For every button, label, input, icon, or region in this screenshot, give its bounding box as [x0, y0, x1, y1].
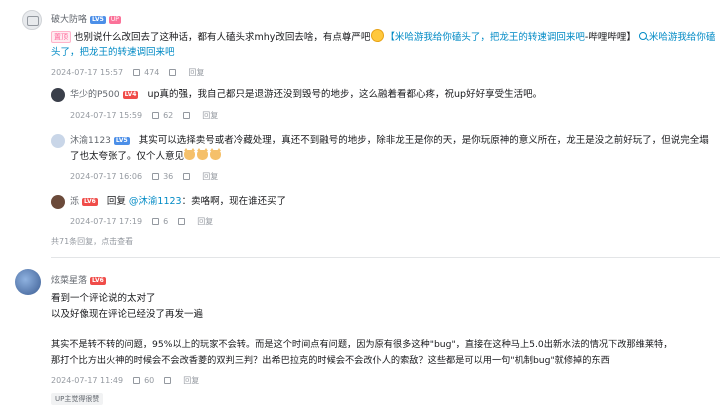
dislike-icon[interactable] [178, 218, 186, 225]
reply-row: 沐渝1123 LV5 其实可以选择卖号或者冷藏处理，真还不到融号的地步，除非龙王是… [70, 133, 715, 164]
avatar[interactable] [22, 10, 42, 30]
reply-button[interactable]: 回复 [202, 171, 218, 182]
level-badge: LV6 [90, 277, 106, 285]
avatar[interactable] [15, 269, 41, 295]
level-badge: LV4 [122, 91, 139, 99]
like-icon[interactable] [152, 218, 160, 225]
video-link[interactable]: 【米哈游我给你磕头了，把龙王的转速调回来吧 [385, 32, 585, 43]
comment-text: 置顶 也别说什么改回去了这种话，都有人磕头求mhy改回去啥，有点尊严吧 【米哈游我给… [51, 29, 716, 60]
mention-link[interactable]: @沐渝1123 [129, 196, 182, 207]
username[interactable]: 华少的P500 [70, 90, 120, 100]
comment-line: 以及好像现在评论已经没了再发一遍 [51, 309, 204, 320]
emoji-icon [371, 29, 385, 42]
reply-button[interactable]: 回复 [197, 216, 213, 227]
username[interactable]: 泺 [70, 197, 79, 207]
reply-text: 其实可以选择卖号或者冷藏处理，真还不到融号的地步，除非龙王是你的天，是你玩原神的… [70, 135, 709, 162]
reply-row: 泺 LV6 回复 @沐渝1123：卖咯啊，现在谁还买了 [70, 196, 287, 207]
view-more-link[interactable]: 点击查看 [101, 237, 133, 246]
username[interactable]: 破大防咯 LV5 UP [51, 12, 121, 25]
username[interactable]: 沐渝1123 [70, 136, 111, 146]
comment-line: 那打个比方出火神的时候会不会改香菱的双判三判？出希巴拉克的时候会不会改仆人的索敌… [51, 355, 610, 366]
cat-emoji-icon [184, 148, 196, 160]
comment-line: 看到一个评论说的太对了 [51, 293, 156, 304]
comment-meta: 2024-07-17 15:57 474 回复 [51, 67, 205, 78]
like-icon[interactable] [133, 69, 141, 76]
up-liked-badge: UP主觉得很赞 [51, 393, 104, 405]
comment-meta: 2024-07-17 11:49 60 回复 [51, 375, 200, 386]
more-replies: 共71条回复，点击查看 [51, 237, 134, 246]
reply-row: 华少的P500 LV4 up真的强，我自己都只是退游还没到毁号的地步，这么融着看都… [70, 87, 542, 103]
avatar[interactable] [51, 195, 65, 209]
level-badge: LV5 [90, 16, 106, 24]
reply-button[interactable]: 回复 [188, 67, 204, 78]
comment-line: 其实不是转不转的问题，95%以上的玩家不会转。而是这个时间点有问题，因为原有很多… [51, 339, 673, 350]
like-icon[interactable] [152, 173, 160, 180]
up-badge: UP [108, 16, 121, 24]
link-suffix: -哔哩哔哩】 [584, 32, 636, 43]
reply-button[interactable]: 回复 [202, 110, 218, 121]
cat-emoji-icon [210, 148, 222, 160]
reply-button[interactable]: 回复 [183, 375, 199, 386]
reply-text: ：卖咯啊，现在谁还买了 [181, 196, 287, 207]
dislike-icon[interactable] [164, 377, 172, 384]
reply-meta: 2024-07-17 17:19 6 回复 [70, 216, 214, 227]
dislike-icon[interactable] [183, 173, 191, 180]
cat-emoji-icon [197, 148, 209, 160]
reply-meta: 2024-07-17 15:59 62 回复 [70, 110, 219, 121]
username[interactable]: 炫菜星落 LV6 [51, 273, 106, 286]
like-icon[interactable] [133, 377, 141, 384]
like-icon[interactable] [152, 112, 160, 119]
level-badge: LV5 [113, 137, 130, 145]
reply-text: up真的强，我自己都只是退游还没到毁号的地步，这么融着看都心疼，祝up好好享受生… [147, 89, 543, 100]
pinned-tag: 置顶 [51, 31, 71, 43]
divider [51, 257, 720, 258]
dislike-icon[interactable] [183, 112, 191, 119]
level-badge: LV6 [82, 198, 98, 206]
avatar[interactable] [51, 134, 65, 148]
avatar[interactable] [51, 88, 65, 102]
dislike-icon[interactable] [169, 69, 177, 76]
reply-meta: 2024-07-17 16:06 36 回复 [70, 171, 219, 182]
search-icon[interactable] [638, 32, 647, 40]
